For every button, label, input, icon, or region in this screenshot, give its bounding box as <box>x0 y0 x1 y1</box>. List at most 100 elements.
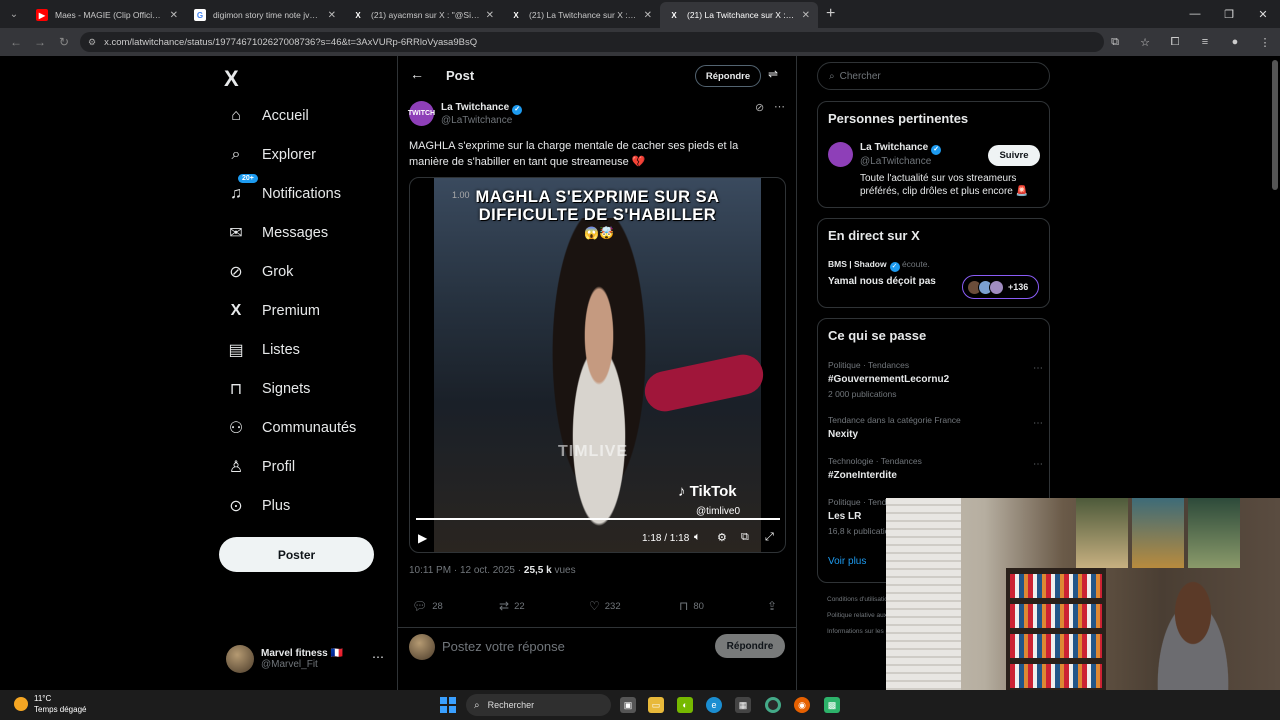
trend-item[interactable]: Tendance dans la catégorie France Nexity… <box>828 415 1043 440</box>
avatar[interactable] <box>828 142 853 167</box>
profile-name[interactable]: La Twitchance ✓ <box>860 142 942 155</box>
new-tab-icon[interactable]: + <box>826 5 835 23</box>
profile-handle[interactable]: @LaTwitchance <box>860 156 931 167</box>
maximize-icon[interactable]: ❐ <box>1212 0 1246 28</box>
post-button[interactable]: Poster <box>219 537 374 572</box>
tweet-timestamp[interactable]: 10:11 PM · 12 oct. 2025 · <box>409 565 524 576</box>
app-icon[interactable]: ▩ <box>824 697 840 713</box>
live-listeners[interactable]: +136 <box>962 275 1039 299</box>
follow-button[interactable]: Suivre <box>988 145 1040 166</box>
nav-communities[interactable]: ⚇ Communautés <box>226 418 356 438</box>
browser-tab[interactable]: ▶ Maes - MAGIE (Clip Officiel) - Y ✕ <box>28 2 186 28</box>
verified-icon: ✓ <box>889 262 900 272</box>
media-icon[interactable]: ≡ <box>1190 36 1220 48</box>
nav-premium[interactable]: X Premium <box>226 301 320 321</box>
sliders-icon[interactable]: ⇌ <box>768 67 778 81</box>
trend-item[interactable]: Politique · Tendances #GouvernementLecor… <box>828 360 1043 399</box>
scrollbar-thumb[interactable] <box>1272 60 1278 190</box>
minimize-icon[interactable]: — <box>1178 0 1212 28</box>
author-name[interactable]: La Twitchance ✓ <box>441 102 523 115</box>
trend-category: Tendance dans la catégorie France <box>828 415 961 425</box>
video-player[interactable]: 1.00 MAGHLA S'EXPRIME SUR SA DIFFICULTE … <box>409 177 786 553</box>
nav-notifications[interactable]: ♫ 20+ Notifications <box>226 174 341 204</box>
video-caption: MAGHLA S'EXPRIME SUR SA DIFFICULTE DE S'… <box>434 188 761 224</box>
site-info-icon[interactable]: ⚙ <box>88 37 96 48</box>
author-handle[interactable]: @LaTwitchance <box>441 115 512 126</box>
heart-icon: ♡ <box>589 599 600 613</box>
nvidia-icon[interactable]: ◐ <box>677 697 693 713</box>
video-progress-bar[interactable] <box>416 518 780 520</box>
live-title[interactable]: Yamal nous déçoit pas <box>828 276 936 287</box>
profile-icon[interactable]: ● <box>1220 36 1250 48</box>
share-action[interactable]: ⇪ <box>767 599 782 613</box>
browser-tab[interactable]: Gdigimon story time note jvc - R ✕ <box>186 2 344 28</box>
account-switcher[interactable]: Marvel fitness 🇫🇷 @Marvel_Fit ⋯ <box>226 642 396 676</box>
search-input[interactable]: ⌕ Chercher <box>817 62 1050 90</box>
live-host[interactable]: BMS | Shadow ✓ écoute. <box>828 259 930 272</box>
menu-icon[interactable]: ⋮ <box>1250 36 1280 49</box>
reply-action[interactable]: 💬︎ 28 <box>412 599 443 613</box>
task-view-icon[interactable]: ▣ <box>620 697 636 713</box>
more-icon[interactable]: ⋯ <box>1033 363 1043 374</box>
close-icon[interactable]: ✕ <box>644 10 652 21</box>
nav-lists[interactable]: ▤ Listes <box>226 340 299 360</box>
repost-action[interactable]: ⇄ 22 <box>499 599 525 613</box>
settings-icon[interactable]: ⚙ <box>717 531 727 544</box>
back-icon[interactable]: ← <box>4 35 28 49</box>
reply-header-button[interactable]: Répondre <box>695 65 761 87</box>
more-icon[interactable]: ⋯ <box>1033 459 1043 470</box>
grok-explain-icon[interactable]: ⊘ <box>755 101 764 114</box>
weather-widget[interactable]: 11°C Temps dégagé <box>14 693 86 715</box>
nav-grok[interactable]: ⊘ Grok <box>226 262 293 282</box>
back-arrow-icon[interactable]: ← <box>410 66 424 82</box>
tab-search-icon[interactable]: ⌄ <box>0 0 28 28</box>
browser-tab[interactable]: X (21) La Twitchance sur X : "SQU ✕ <box>502 2 660 28</box>
close-icon[interactable]: ✕ <box>486 10 494 21</box>
play-icon[interactable]: ▶ <box>418 531 427 545</box>
url-field[interactable]: ⚙ x.com/latwitchance/status/197746710262… <box>80 32 1104 52</box>
close-icon[interactable]: ✕ <box>170 10 178 21</box>
fullscreen-icon[interactable]: ⤢ <box>765 531 774 544</box>
nav-bookmarks[interactable]: ⊓ Signets <box>226 379 311 399</box>
close-window-icon[interactable]: ✕ <box>1246 0 1280 28</box>
firefox-icon[interactable]: ◉ <box>794 697 810 713</box>
trend-item[interactable]: Technologie · Tendances #ZoneInterdite ⋯ <box>828 456 1043 481</box>
start-button[interactable] <box>440 697 456 713</box>
reply-submit-button[interactable]: Répondre <box>715 634 785 658</box>
bookmark-star-icon[interactable]: ☆ <box>1130 36 1160 49</box>
video-frame[interactable]: 1.00 MAGHLA S'EXPRIME SUR SA DIFFICULTE … <box>434 178 767 552</box>
see-more-link[interactable]: Voir plus <box>828 556 866 567</box>
video-caption-line: MAGHLA S'EXPRIME SUR SA <box>475 188 720 206</box>
store-icon[interactable]: ▦ <box>735 697 751 713</box>
reply-input[interactable]: Postez votre réponse <box>442 639 565 654</box>
nav-explore[interactable]: ⌕ Explorer <box>226 145 316 165</box>
more-icon[interactable]: ⋯ <box>1033 418 1043 429</box>
volume-icon[interactable]: 🔈︎ <box>694 531 701 544</box>
file-explorer-icon[interactable]: ▭ <box>648 697 664 713</box>
close-icon[interactable]: ✕ <box>328 10 336 21</box>
install-icon[interactable]: ⧉ <box>1100 36 1130 49</box>
nav-home[interactable]: ⌂ Accueil <box>226 106 309 126</box>
more-icon[interactable]: ⋯ <box>774 100 785 113</box>
bookmark-action[interactable]: ⊓ 80 <box>679 599 704 613</box>
edge-icon[interactable]: e <box>706 697 722 713</box>
reload-icon[interactable]: ↻ <box>52 35 76 49</box>
taskbar-search[interactable]: ⌕ Rechercher <box>466 694 611 716</box>
browser-tab-active[interactable]: X (21) La Twitchance sur X : "MAG ✕ <box>660 2 818 28</box>
nav-messages[interactable]: ✉ Messages <box>226 223 328 243</box>
browser-tab[interactable]: X (21) ayacmsn sur X : "@SindyOl ✕ <box>344 2 502 28</box>
author-avatar[interactable]: TWITCH <box>408 101 435 126</box>
extensions-icon[interactable]: ⧠ <box>1160 36 1190 49</box>
relevant-people-card: Personnes pertinentes La Twitchance ✓ @La… <box>817 101 1050 208</box>
like-action[interactable]: ♡ 232 <box>589 599 621 613</box>
nav-label: Messages <box>262 225 329 241</box>
browser-toolbar: ⧉ ☆ ⧠ ≡ ● ⋮ <box>1100 28 1280 56</box>
more-icon[interactable]: ⋯ <box>372 650 384 664</box>
pip-icon[interactable]: ⧉ <box>741 531 749 544</box>
forward-icon[interactable]: → <box>28 35 52 49</box>
chrome-icon[interactable] <box>765 697 781 713</box>
nav-more[interactable]: ⊙ Plus <box>226 496 290 516</box>
close-icon[interactable]: ✕ <box>802 10 810 21</box>
nav-profile[interactable]: ♙ Profil <box>226 457 295 477</box>
x-logo[interactable]: X <box>224 66 239 92</box>
